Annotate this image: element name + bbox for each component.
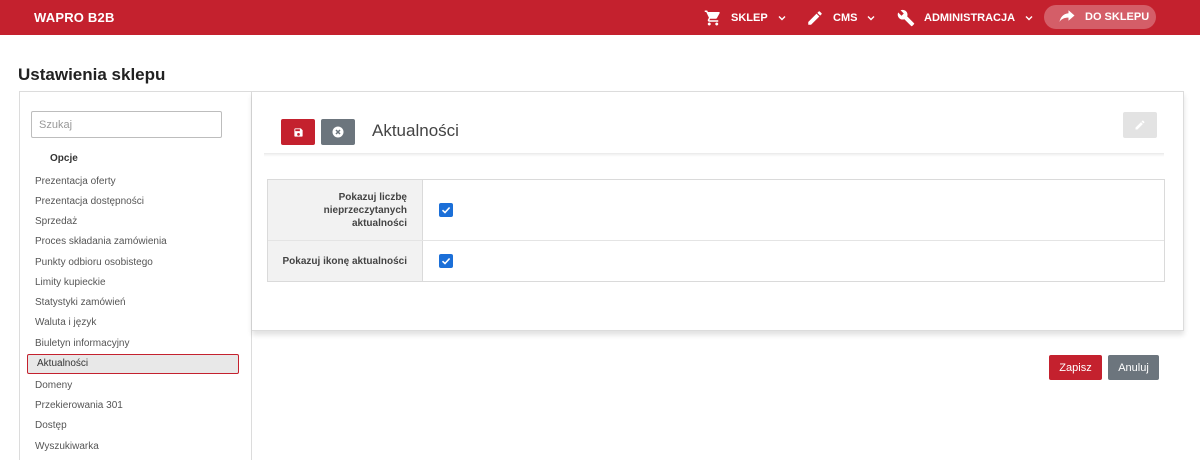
cancel-button[interactable]: Anuluj (1108, 355, 1159, 380)
sidebar-item-biuletyn-informacyjny[interactable]: Biuletyn informacyjny (27, 334, 239, 354)
sidebar-item-przekierowania-301[interactable]: Przekierowania 301 (27, 396, 239, 416)
nav-sklep-label: SKLEP (731, 11, 768, 24)
chevron-down-icon (1025, 15, 1033, 20)
sidebar-item-wyszukiwarka[interactable]: Wyszukiwarka (27, 437, 239, 457)
sidebar-item-limity-kupieckie[interactable]: Limity kupieckie (27, 273, 239, 293)
go-to-store-button[interactable]: DO SKLEPU (1044, 5, 1156, 29)
share-arrow-icon (1059, 10, 1075, 22)
page-title: Ustawienia sklepu (18, 65, 166, 84)
save-button[interactable]: Zapisz (1049, 355, 1102, 380)
chevron-down-icon (867, 15, 875, 20)
go-to-store-label: DO SKLEPU (1085, 11, 1150, 23)
checkmark-icon (441, 257, 451, 265)
cart-icon (704, 10, 720, 25)
pencil-icon (808, 10, 822, 25)
settings-panel: Aktualności Pokazuj liczbę nieprzeczytan… (252, 91, 1184, 331)
sidebar-item-sprzedaz[interactable]: Sprzedaż (27, 212, 239, 232)
nav-sklep[interactable]: SKLEP (704, 0, 787, 35)
brand-logo[interactable]: WAPRO B2B (34, 10, 115, 25)
sidebar-item-statystyki-zamowien[interactable]: Statystyki zamówień (27, 293, 239, 313)
nav-administracja-label: ADMINISTRACJA (924, 11, 1016, 24)
nav-administracja[interactable]: ADMINISTRACJA (897, 0, 1034, 35)
top-navbar: WAPRO B2B SKLEP CMS ADMINISTRACJA DO SKL… (0, 0, 1200, 35)
sidebar-item-waluta-i-jezyk[interactable]: Waluta i język (27, 313, 239, 333)
cancel-icon-button[interactable] (321, 119, 355, 145)
sidebar-item-prezentacja-dostepnosci[interactable]: Prezentacja dostępności (27, 192, 239, 212)
wrench-icon (897, 9, 915, 26)
show-news-icon-checkbox[interactable] (439, 254, 453, 268)
nav-cms-label: CMS (833, 11, 858, 24)
section-title: Opcje (50, 153, 78, 164)
panel-divider (264, 153, 1164, 157)
checkmark-icon (441, 206, 451, 214)
show-unread-count-checkbox[interactable] (439, 203, 453, 217)
sidebar-item-proces-skladania-zamowienia[interactable]: Proces składania zamówienia (27, 232, 239, 252)
setting-row: Pokazuj liczbę nieprzeczytanych aktualno… (268, 180, 1164, 241)
chevron-down-icon (778, 15, 786, 20)
save-icon-button[interactable] (281, 119, 315, 145)
pencil-icon (1135, 120, 1145, 130)
floppy-disk-icon (293, 127, 303, 137)
settings-table: Pokazuj liczbę nieprzeczytanych aktualno… (267, 179, 1165, 282)
settings-sidebar: Opcje Prezentacja oferty Prezentacja dos… (19, 91, 252, 460)
sidebar-item-prezentacja-oferty[interactable]: Prezentacja oferty (27, 172, 239, 192)
edit-button[interactable] (1123, 112, 1157, 138)
sidebar-item-aktualnosci[interactable]: Aktualności (27, 354, 239, 374)
setting-label: Pokazuj liczbę nieprzeczytanych aktualno… (268, 180, 423, 240)
close-circle-icon (332, 126, 344, 138)
nav-cms[interactable]: CMS (806, 0, 876, 35)
sidebar-item-punkty-odbioru[interactable]: Punkty odbioru osobistego (27, 253, 239, 273)
search-input[interactable] (31, 111, 222, 138)
sidebar-item-domeny[interactable]: Domeny (27, 376, 239, 396)
setting-row: Pokazuj ikonę aktualności (268, 241, 1164, 281)
sidebar-item-dostep[interactable]: Dostęp (27, 416, 239, 436)
panel-title: Aktualności (372, 121, 459, 140)
setting-label: Pokazuj ikonę aktualności (268, 241, 423, 281)
